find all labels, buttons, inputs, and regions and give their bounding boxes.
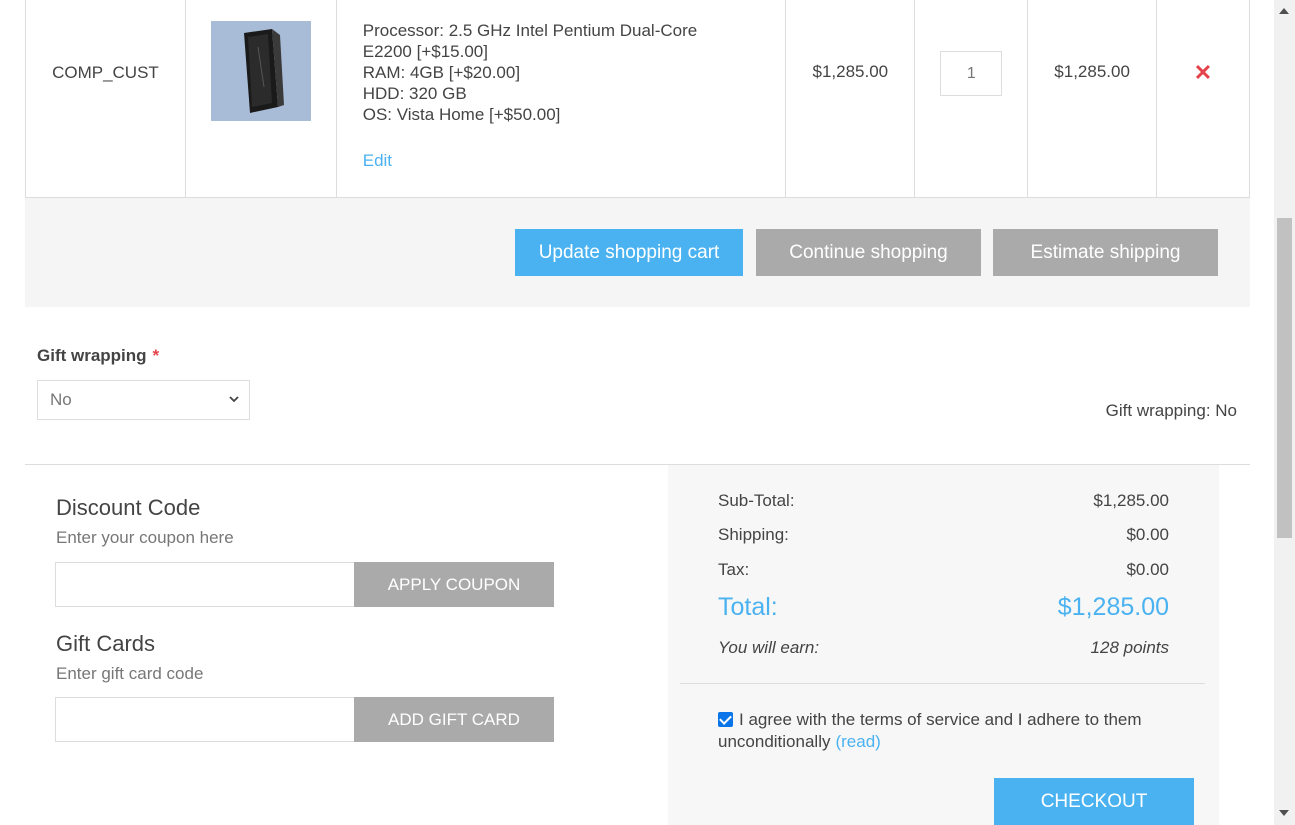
tax-label: Tax: (718, 560, 750, 579)
order-total-row: Total: $1,285.00 (718, 593, 1169, 622)
totals-divider (680, 683, 1205, 684)
reward-points-row: You will earn: 128 points (718, 638, 1169, 658)
gift-wrapping-select[interactable]: No (37, 380, 250, 420)
remove-cell: ✕ (1157, 0, 1249, 197)
required-mark: * (152, 346, 160, 365)
terms-read-link[interactable]: (read) (835, 732, 880, 751)
shipping-row: Shipping: $0.00 (718, 525, 1169, 545)
gift-wrapping-label-text: Gift wrapping (37, 346, 147, 365)
gift-cards-hint: Enter gift card code (56, 664, 204, 683)
quantity-cell (915, 0, 1029, 197)
gift-wrapping-label: Gift wrapping * (37, 346, 159, 366)
apply-coupon-button[interactable]: APPLY COUPON (354, 562, 554, 607)
subtotal-row: Sub-Total: $1,285.00 (718, 491, 1169, 511)
scroll-down-icon[interactable] (1279, 810, 1289, 816)
product-attribute: OS: Vista Home [+$50.00] (362, 105, 561, 124)
terms-text: I agree with the terms of service and I … (718, 710, 1142, 751)
shipping-label: Shipping: (718, 525, 789, 544)
subtotal-value: $1,285.00 (1093, 491, 1169, 510)
chevron-down-icon (229, 396, 239, 403)
unit-price-cell: $1,285.00 (786, 0, 916, 197)
estimate-shipping-button[interactable]: Estimate shipping (993, 229, 1218, 276)
item-subtotal: $1,285.00 (1054, 62, 1130, 81)
product-attribute: RAM: 4GB [+$20.00] (362, 63, 521, 82)
gift-wrapping-summary: Gift wrapping: No (1105, 401, 1237, 420)
checkout-button[interactable]: CHECKOUT (994, 778, 1194, 825)
order-total-label: Total: (718, 593, 778, 621)
remove-icon[interactable]: ✕ (1194, 62, 1212, 197)
product-attribute: HDD: 320 GB (362, 84, 467, 103)
product-sku: COMP_CUST (52, 62, 159, 82)
discount-title: Discount Code (56, 495, 201, 520)
gift-card-input[interactable] (55, 697, 355, 742)
subtotal-label: Sub-Total: (718, 491, 795, 510)
shipping-value: $0.00 (1126, 525, 1169, 544)
discount-hint: Enter your coupon here (56, 528, 234, 547)
subtotal-cell: $1,285.00 (1028, 0, 1158, 197)
terms-of-service: I agree with the terms of service and I … (718, 709, 1188, 753)
tax-value: $0.00 (1126, 560, 1169, 579)
reward-points-value: 128 points (1090, 638, 1169, 657)
scrollbar-thumb[interactable] (1277, 218, 1292, 538)
reward-points-label: You will earn: (718, 638, 820, 657)
order-total-value: $1,285.00 (1057, 593, 1169, 621)
picture-cell (186, 0, 337, 197)
edit-link[interactable]: Edit (363, 150, 392, 171)
discount-code-input[interactable] (55, 562, 355, 607)
product-attribute: Processor: 2.5 GHz Intel Pentium Dual-Co… (362, 21, 698, 40)
terms-checkbox[interactable] (718, 712, 733, 727)
update-cart-button[interactable]: Update shopping cart (515, 229, 743, 276)
product-image[interactable] (210, 21, 311, 121)
computer-tower-icon (243, 29, 284, 113)
continue-shopping-button[interactable]: Continue shopping (756, 229, 981, 276)
unit-price: $1,285.00 (812, 62, 889, 81)
gift-wrapping-selected: No (50, 390, 72, 409)
product-attribute: E2200 [+$15.00] (362, 42, 488, 61)
tax-row: Tax: $0.00 (718, 560, 1169, 580)
cart-buttons-bar: Update shopping cart Continue shopping E… (25, 198, 1250, 307)
scroll-up-icon[interactable] (1279, 8, 1289, 14)
sku-cell: COMP_CUST (26, 0, 186, 197)
add-gift-card-button[interactable]: ADD GIFT CARD (354, 697, 554, 742)
page-scrollbar[interactable] (1274, 0, 1295, 825)
product-info-cell: Processor: 2.5 GHz Intel Pentium Dual-Co… (337, 0, 787, 197)
cart-item-row: COMP_CUST Processor: 2.5 GHz Intel Penti… (25, 0, 1250, 198)
totals-panel: Sub-Total: $1,285.00 Shipping: $0.00 Tax… (668, 465, 1219, 825)
quantity-input[interactable] (940, 51, 1003, 96)
gift-cards-title: Gift Cards (56, 631, 156, 656)
